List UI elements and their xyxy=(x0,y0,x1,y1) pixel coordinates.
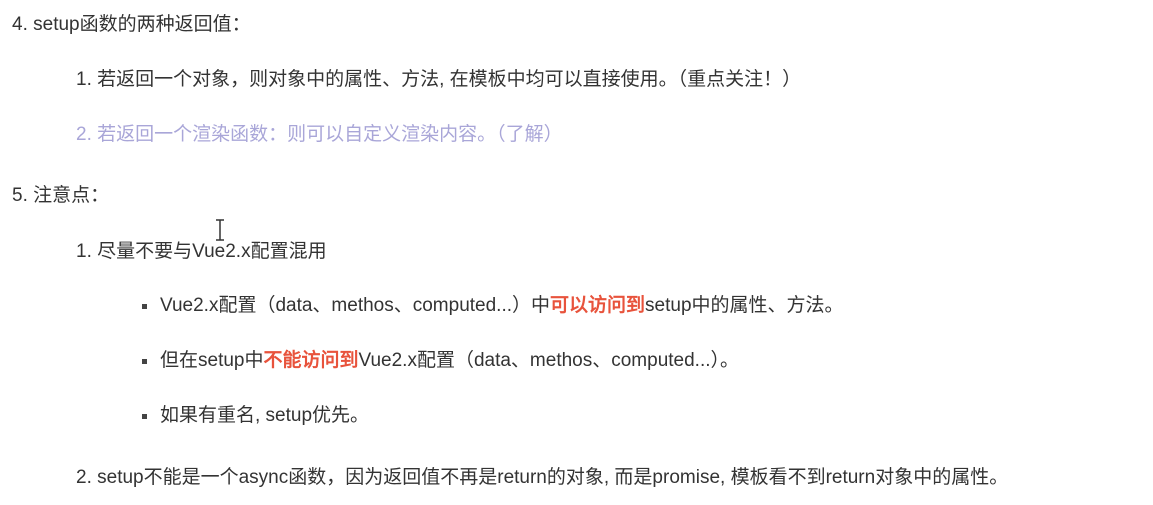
highlight-text: 可以访问到 xyxy=(550,295,646,316)
bullet-text: 但在setup中不能访问到Vue2.x配置（data、methos、comput… xyxy=(160,349,739,373)
bullet-marker xyxy=(142,304,147,309)
bullet-text-post: Vue2.x配置（data、methos、computed...）。 xyxy=(358,350,740,371)
section-4-item-2: 2. 若返回一个渲染函数：则可以自定义渲染内容。（了解） xyxy=(76,124,563,145)
bullet-text-pre: Vue2.x配置（data、methos、computed...）中 xyxy=(160,295,551,316)
section-4-item-1: 1. 若返回一个对象，则对象中的属性、方法, 在模板中均可以直接使用。（重点关注… xyxy=(76,69,802,90)
bullet-text: 如果有重名, setup优先。 xyxy=(160,404,369,428)
bullet-marker xyxy=(142,359,147,364)
section-4-heading: 4. setup函数的两种返回值： xyxy=(12,14,251,35)
section-5-heading: 5. 注意点： xyxy=(12,185,110,206)
text-cursor-icon xyxy=(216,219,224,241)
highlight-text: 不能访问到 xyxy=(263,350,359,371)
bullet-text: Vue2.x配置（data、methos、computed...）中可以访问到s… xyxy=(160,294,844,318)
bullet-text-pre: 但在setup中 xyxy=(160,350,264,371)
section-5-item-1: 1. 尽量不要与Vue2.x配置混用 xyxy=(76,241,327,262)
bullet-text-pre: 如果有重名, setup优先。 xyxy=(160,405,370,426)
bullet-marker xyxy=(142,414,147,419)
bullet-text-post: setup中的属性、方法。 xyxy=(645,295,844,316)
section-5-item-2: 2. setup不能是一个async函数，因为返回值不再是return的对象, … xyxy=(76,467,1009,488)
